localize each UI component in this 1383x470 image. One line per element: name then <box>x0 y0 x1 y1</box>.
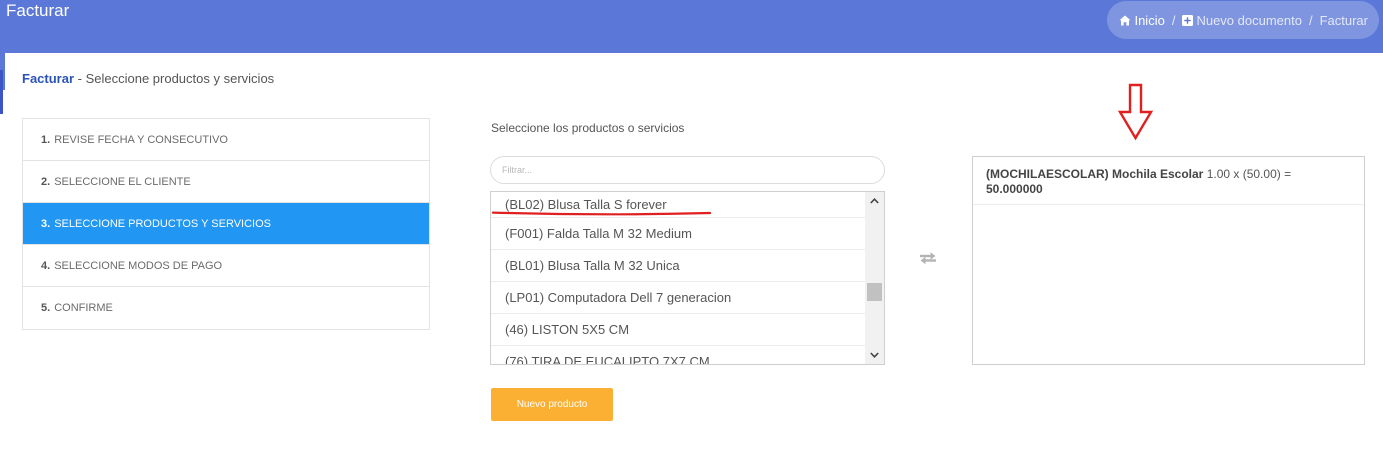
step-4-payment[interactable]: 4. SELECCIONE MODOS DE PAGO <box>23 245 429 287</box>
product-list-scrollbar[interactable] <box>865 192 884 364</box>
scroll-up-icon[interactable] <box>865 192 884 210</box>
selected-products-box: (MOCHILAESCOLAR) Mochila Escolar 1.00 x … <box>972 156 1365 365</box>
breadcrumb-new-document-label: Nuevo documento <box>1196 12 1302 28</box>
breadcrumb-separator: / <box>1308 12 1313 28</box>
step-1-date[interactable]: 1. REVISE FECHA Y CONSECUTIVO <box>23 119 429 161</box>
list-item[interactable]: (F001) Falda Talla M 32 Medium <box>491 218 865 250</box>
selected-product-name: (MOCHILAESCOLAR) Mochila Escolar <box>986 167 1204 181</box>
list-item[interactable]: (LP01) Computadora Dell 7 generacion <box>491 282 865 314</box>
document-plus-icon <box>1182 14 1194 26</box>
list-item[interactable]: (76) TIRA DE EUCALIPTO 7X7 CM <box>491 346 865 364</box>
step-2-client[interactable]: 2. SELECCIONE EL CLIENTE <box>23 161 429 203</box>
scroll-down-icon[interactable] <box>865 346 884 364</box>
annotation-underline <box>492 211 711 216</box>
new-product-button[interactable]: Nuevo producto <box>491 388 613 421</box>
step-5-confirm[interactable]: 5. CONFIRME <box>23 287 429 329</box>
breadcrumb-home-label: Inicio <box>1134 12 1165 28</box>
list-item[interactable]: (BL01) Blusa Talla M 32 Unica <box>491 250 865 282</box>
breadcrumb-separator: / <box>1171 12 1176 28</box>
down-arrow-icon <box>1117 83 1154 141</box>
selected-product-item[interactable]: (MOCHILAESCOLAR) Mochila Escolar 1.00 x … <box>973 157 1364 205</box>
page-title-rest: - Seleccione productos y servicios <box>74 71 275 86</box>
product-filter-input[interactable] <box>490 156 885 184</box>
title-accent-bar <box>0 70 3 114</box>
breadcrumb-current: Facturar <box>1319 12 1368 28</box>
list-item[interactable]: (46) LISTON 5X5 CM <box>491 314 865 346</box>
selected-product-qty: 1.00 x (50.00) = <box>1203 167 1292 181</box>
breadcrumb: Inicio / Nuevo documento / Facturar <box>1107 1 1379 39</box>
swap-arrows-icon[interactable] <box>918 251 938 270</box>
step-3-products[interactable]: 3. SELECCIONE PRODUCTOS Y SERVICIOS <box>23 203 429 245</box>
breadcrumb-home[interactable]: Inicio <box>1119 12 1165 28</box>
selected-product-total: 50.000000 <box>986 182 1043 196</box>
products-section-label: Seleccione los productos o servicios <box>491 121 685 135</box>
page-title-bold: Facturar <box>22 71 75 86</box>
breadcrumb-new-document[interactable]: Nuevo documento <box>1182 13 1302 28</box>
wizard-steps: 1. REVISE FECHA Y CONSECUTIVO 2. SELECCION… <box>22 118 430 330</box>
page-title: Facturar - Seleccione productos y servic… <box>22 71 274 86</box>
scroll-thumb[interactable] <box>867 283 882 301</box>
app-title: Facturar <box>6 1 70 20</box>
home-icon <box>1119 15 1131 26</box>
